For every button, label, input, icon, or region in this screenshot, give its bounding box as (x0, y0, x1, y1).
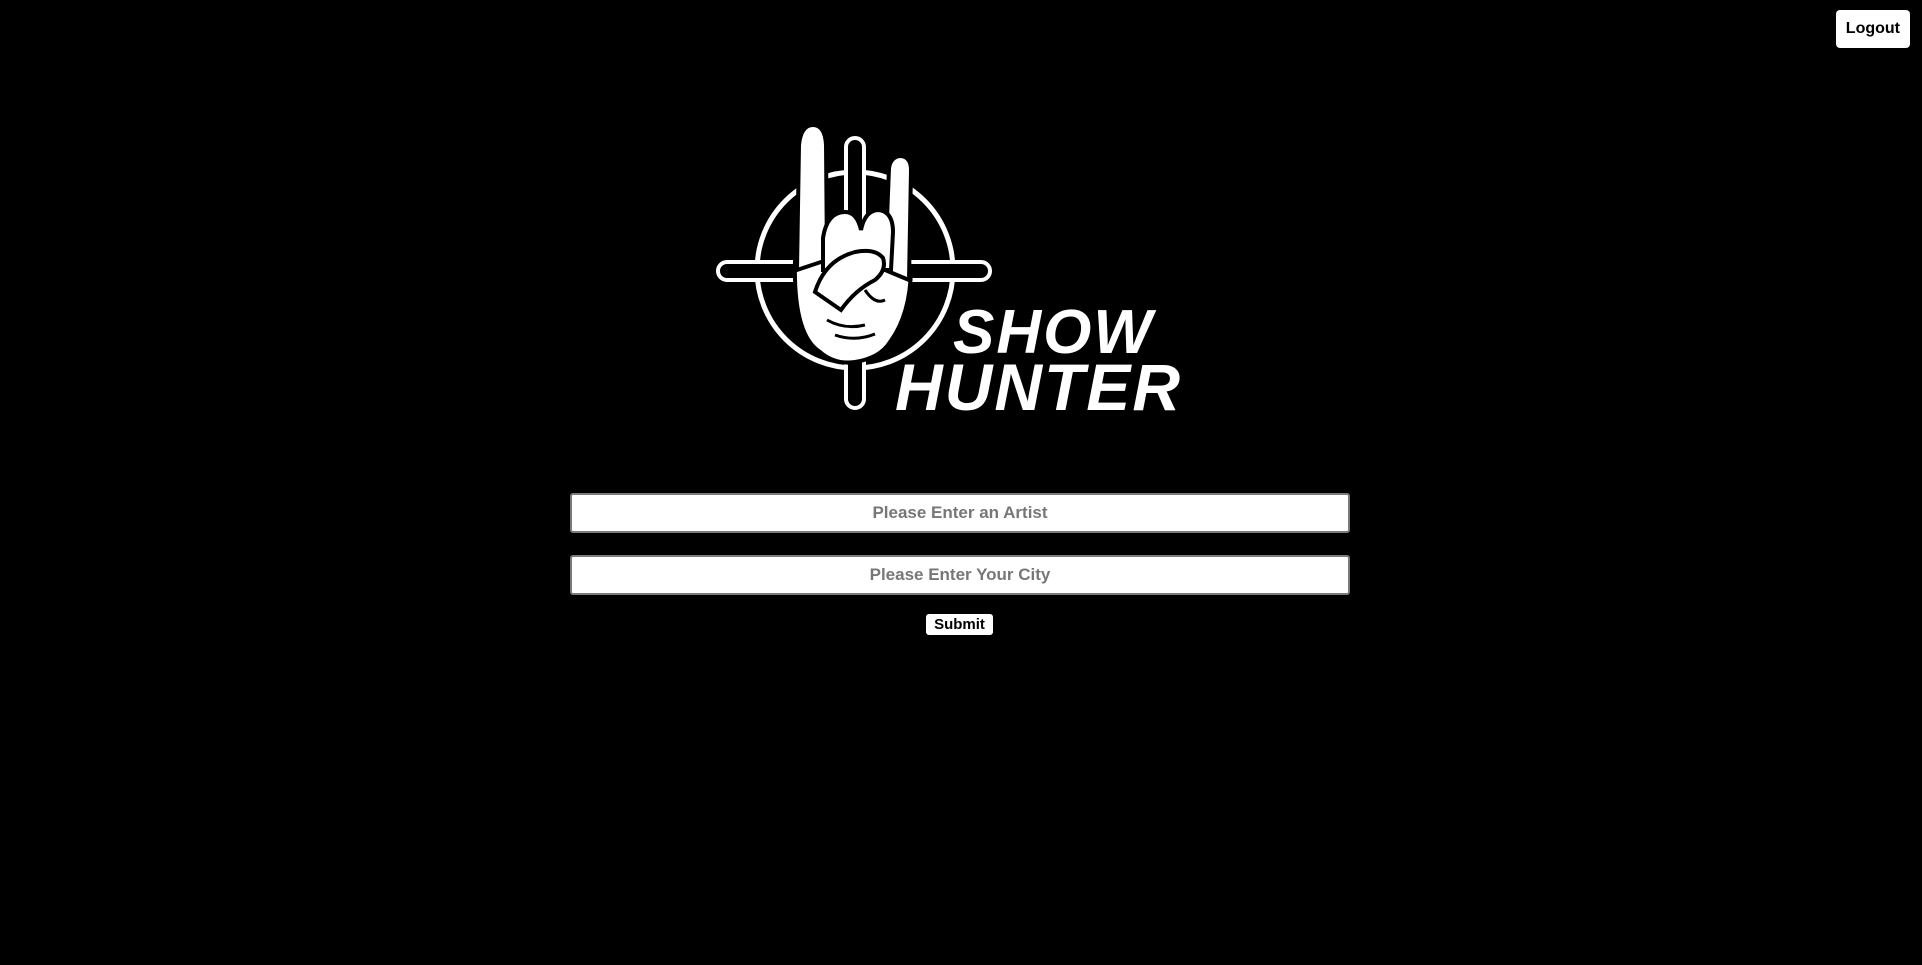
city-input[interactable] (570, 555, 1350, 595)
artist-input[interactable] (570, 493, 1350, 533)
show-hunter-logo: SHOW HUNTER (715, 120, 1205, 425)
logo-wordmark-hunter: HUNTER (895, 350, 1182, 415)
submit-button[interactable]: Submit (926, 614, 993, 635)
logout-button[interactable]: Logout (1835, 10, 1910, 48)
horns-hand-crosshair-icon: SHOW HUNTER (716, 122, 1182, 425)
